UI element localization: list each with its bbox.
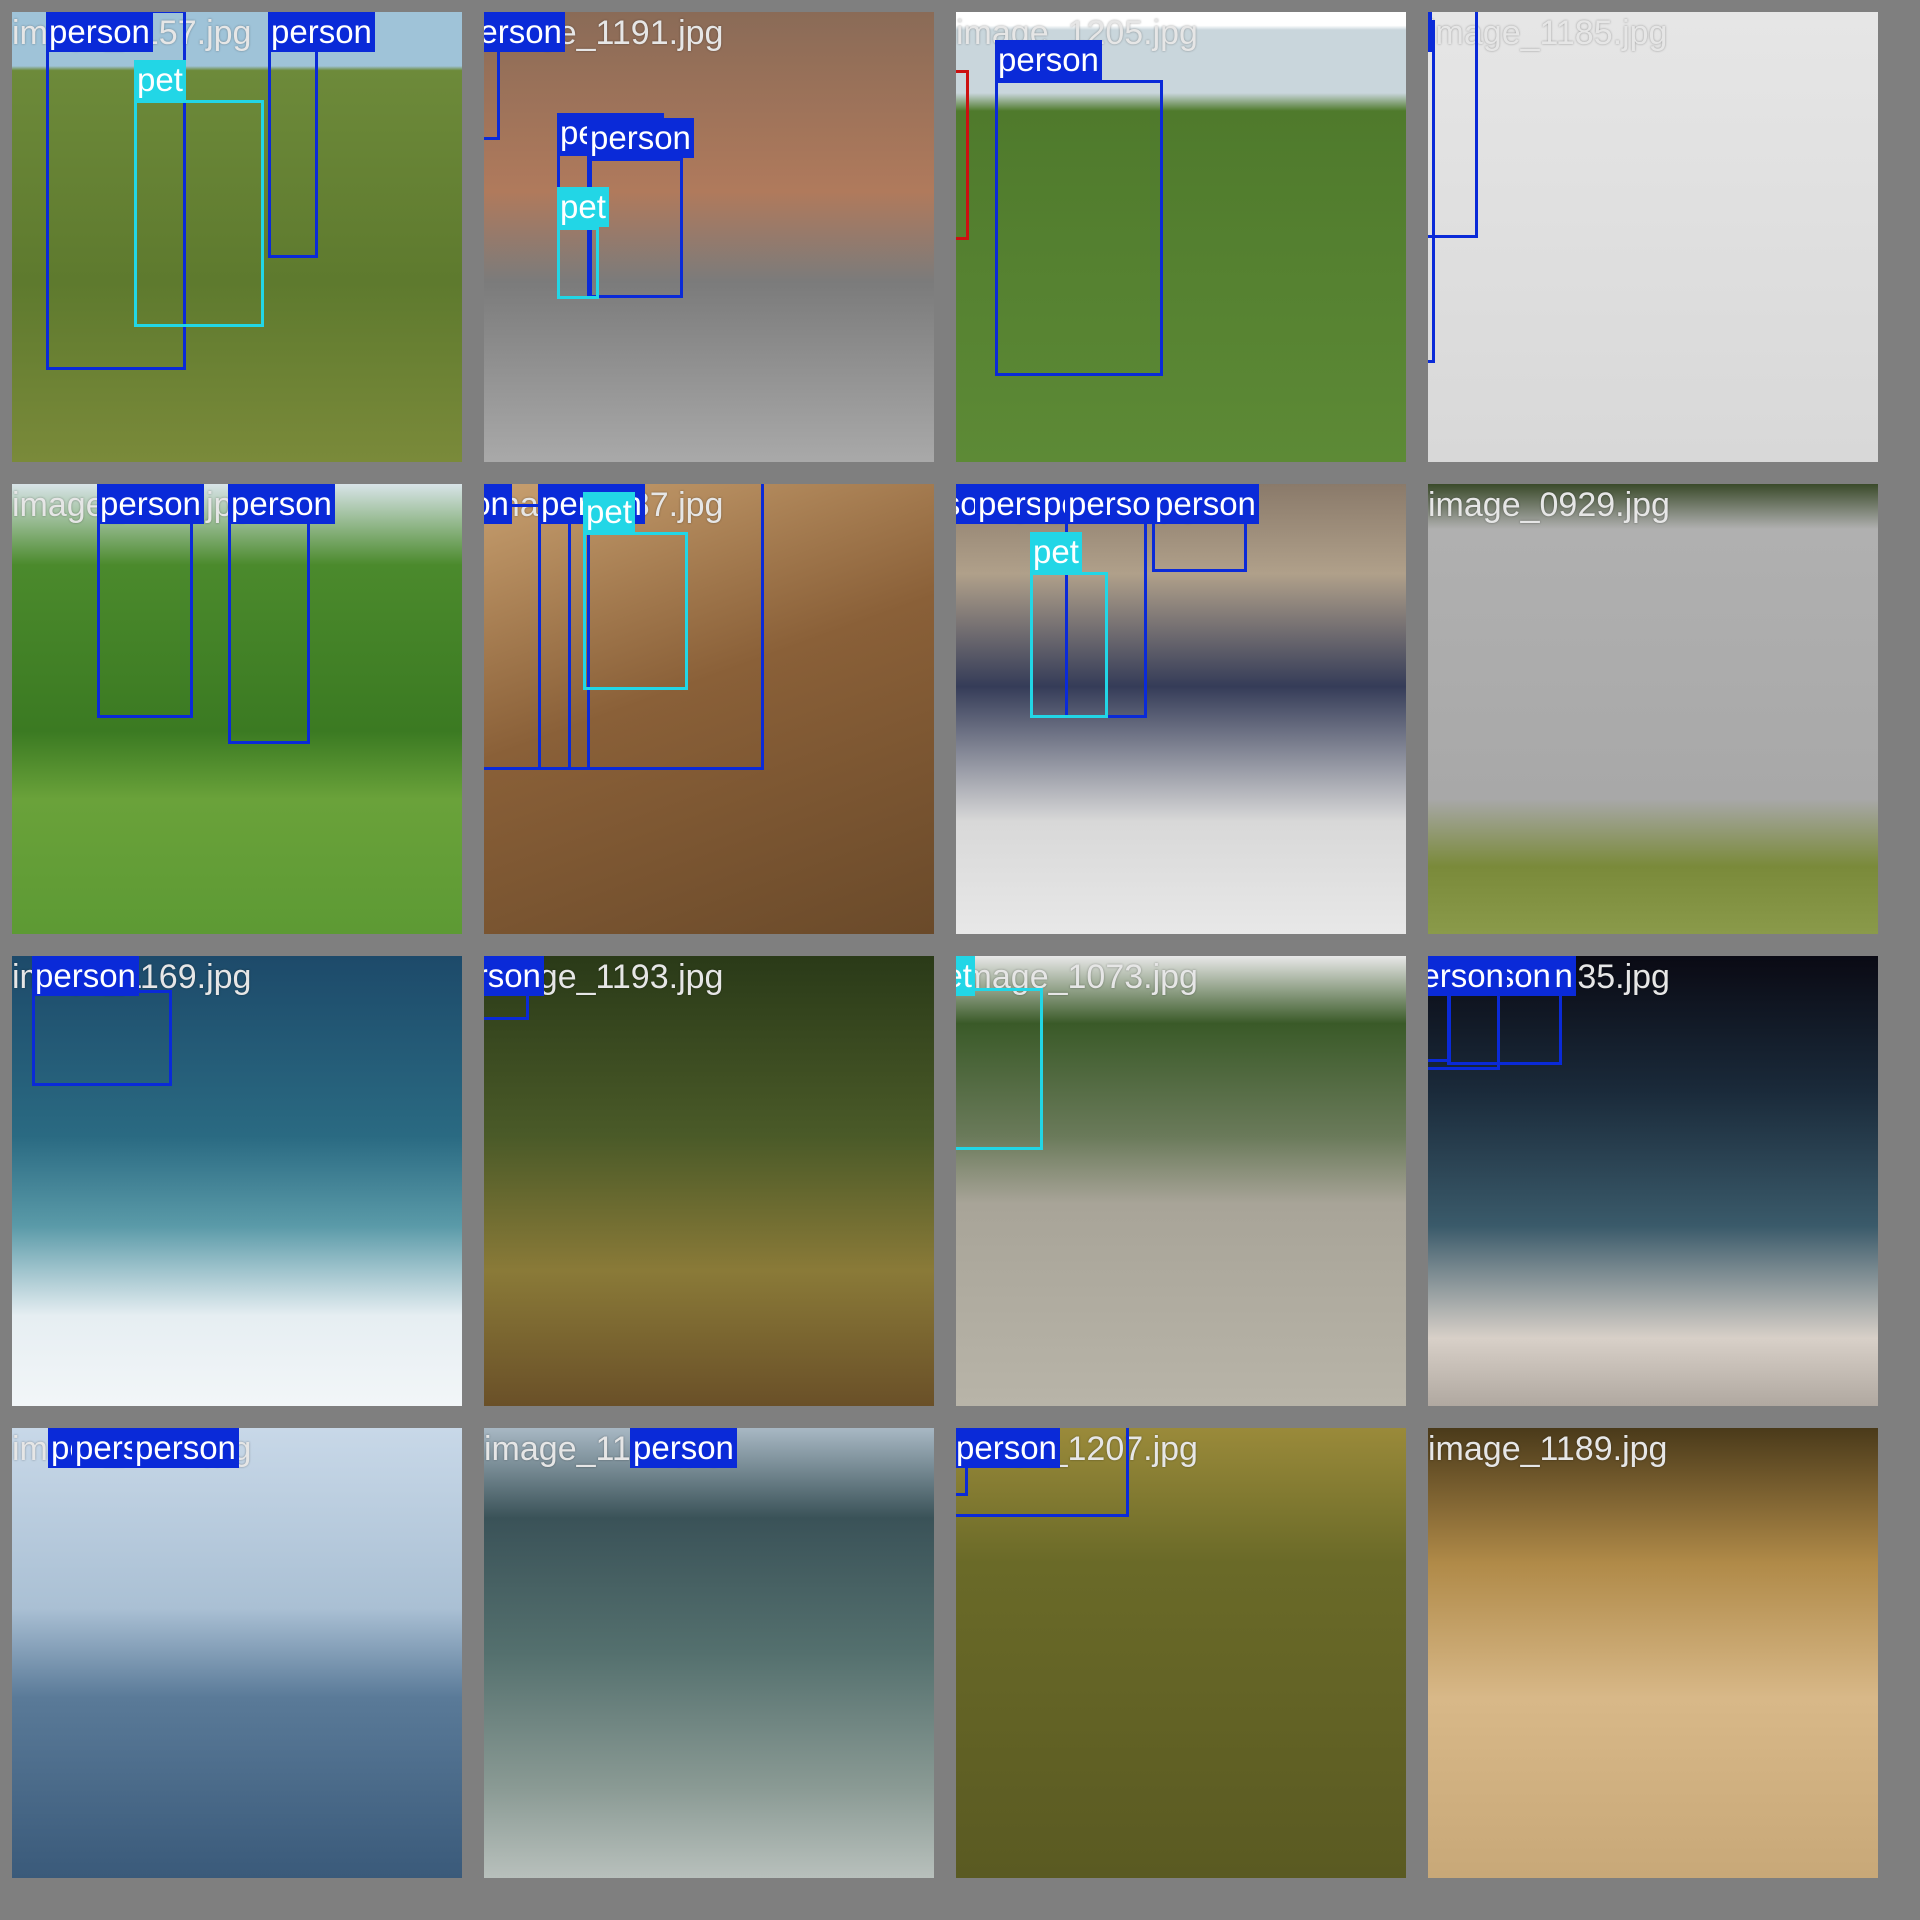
person-bounding-box: [228, 490, 310, 744]
result-tile: image_1175.jpgpersonpersonperson: [12, 1428, 462, 1878]
pet-bounding-box: [557, 227, 599, 299]
pet-bounding-box: [1030, 572, 1108, 718]
person-label: person: [1428, 956, 1507, 996]
person-label: person: [630, 1428, 737, 1468]
detection-results-grid: image_1157.jpgpersonpersonpetimage_1191.…: [0, 0, 1920, 1920]
result-tile: image_1079.jpgpersonpersonpersonpersonpe…: [956, 484, 1406, 934]
result-tile: image_1185.jpgpersonperson: [1428, 12, 1878, 462]
result-tile: image_1193.jpgperson: [484, 956, 934, 1406]
person-label: person: [1428, 12, 1432, 52]
person-bounding-box: [32, 990, 172, 1086]
person-bounding-box: [484, 504, 590, 770]
person-label: person: [484, 956, 544, 996]
result-tile: image_1207.jpgpersonperson: [956, 1428, 1406, 1878]
result-tile: image_1169.jpgperson: [12, 956, 462, 1406]
scene-image: [484, 1428, 934, 1878]
person-label: person: [484, 12, 565, 52]
person-label: person: [32, 956, 139, 996]
result-tile: image_0929.jpgpersonpet: [1428, 484, 1878, 934]
pet-label: pet: [956, 956, 975, 996]
result-tile: image_1199.jpg person: [484, 1428, 934, 1878]
person-label: person: [97, 484, 204, 524]
person-label: person: [228, 484, 335, 524]
result-tile: image_1073.jpgpet: [956, 956, 1406, 1406]
person-label: person: [268, 12, 375, 52]
person-label: person: [995, 40, 1102, 80]
image-filename: image_0929.jpg: [1428, 486, 1670, 524]
scene-image: [12, 1428, 462, 1878]
person-bounding-box: [97, 498, 193, 718]
pet-label: pet: [557, 187, 609, 227]
person-bounding-box: [995, 80, 1163, 376]
person-label: person: [1152, 484, 1259, 524]
result-tile: image_1205.jpg0person: [956, 12, 1406, 462]
person-label: person: [956, 1428, 1060, 1468]
image-filename: image_1189.jpg: [1428, 1430, 1668, 1468]
scene-image: [1428, 12, 1878, 462]
pet-bounding-box: [583, 532, 688, 690]
person-label: person: [46, 12, 153, 52]
person-label: person: [132, 1428, 239, 1468]
result-tile: image_1163.jpgpersonperson: [12, 484, 462, 934]
scene-image: [484, 12, 934, 462]
result-tile: image_1191.jpgpersonpersonpersonpet: [484, 12, 934, 462]
result-tile: image_1157.jpgpersonpersonpet: [12, 12, 462, 462]
person-bounding-box: [1428, 12, 1478, 238]
other-bounding-box: [956, 70, 969, 240]
pet-bounding-box: [134, 100, 264, 327]
person-label: person: [484, 484, 512, 524]
result-tile: image_1187.jpgpersonpersonpersonpet: [484, 484, 934, 934]
result-tile: image_0935.jpgpersonpersonpersonpersonpe…: [1428, 956, 1878, 1406]
scene-image: [1428, 1428, 1878, 1878]
pet-label: pet: [134, 60, 186, 100]
pet-label: pet: [583, 492, 635, 532]
pet-bounding-box: [956, 988, 1043, 1150]
person-label: person: [587, 118, 694, 158]
scene-image: [484, 956, 934, 1406]
result-tile: image_1189.jpgpersonpersonpersonpersonpe…: [1428, 1428, 1878, 1878]
scene-image: [1428, 484, 1878, 934]
person-bounding-box: [587, 158, 683, 298]
pet-label: pet: [1030, 532, 1082, 572]
